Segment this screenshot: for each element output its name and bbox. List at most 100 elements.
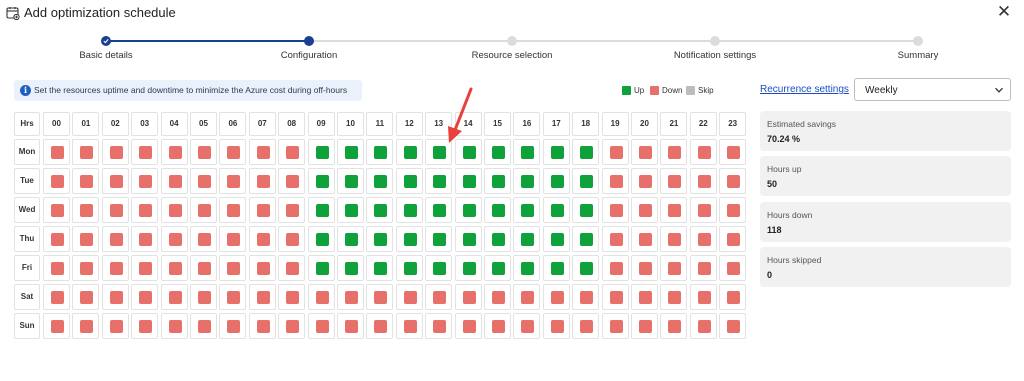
schedule-cell[interactable]	[43, 284, 70, 310]
schedule-cell[interactable]	[190, 197, 217, 223]
schedule-cell[interactable]	[689, 313, 717, 339]
schedule-cell[interactable]	[219, 255, 247, 281]
hour-header-09[interactable]: 09	[307, 112, 335, 136]
schedule-cell[interactable]	[337, 139, 364, 165]
schedule-cell[interactable]	[660, 313, 688, 339]
schedule-cell[interactable]	[395, 226, 423, 252]
schedule-cell[interactable]	[131, 255, 159, 281]
schedule-cell[interactable]	[248, 168, 276, 194]
schedule-cell[interactable]	[425, 313, 453, 339]
schedule-cell[interactable]	[484, 168, 511, 194]
schedule-cell[interactable]	[572, 284, 600, 310]
schedule-cell[interactable]	[219, 284, 247, 310]
schedule-cell[interactable]	[337, 226, 364, 252]
schedule-cell[interactable]	[689, 226, 717, 252]
hour-header-15[interactable]: 15	[484, 112, 511, 136]
schedule-cell[interactable]	[190, 139, 217, 165]
schedule-cell[interactable]	[542, 313, 570, 339]
schedule-cell[interactable]	[542, 197, 570, 223]
step-basic-details-dot[interactable]	[101, 36, 111, 46]
schedule-cell[interactable]	[101, 226, 129, 252]
schedule-cell[interactable]	[307, 284, 335, 310]
schedule-cell[interactable]	[248, 197, 276, 223]
schedule-cell[interactable]	[395, 313, 423, 339]
schedule-cell[interactable]	[631, 197, 658, 223]
schedule-cell[interactable]	[601, 139, 629, 165]
schedule-cell[interactable]	[366, 313, 394, 339]
schedule-cell[interactable]	[190, 255, 217, 281]
schedule-cell[interactable]	[513, 226, 541, 252]
schedule-cell[interactable]	[572, 168, 600, 194]
schedule-cell[interactable]	[572, 255, 600, 281]
schedule-cell[interactable]	[425, 284, 453, 310]
schedule-cell[interactable]	[101, 284, 129, 310]
schedule-cell[interactable]	[631, 255, 658, 281]
schedule-cell[interactable]	[660, 197, 688, 223]
schedule-cell[interactable]	[425, 139, 453, 165]
hour-header-16[interactable]: 16	[513, 112, 541, 136]
hour-header-00[interactable]: 00	[43, 112, 70, 136]
schedule-cell[interactable]	[43, 139, 70, 165]
schedule-cell[interactable]	[395, 139, 423, 165]
schedule-cell[interactable]	[278, 255, 306, 281]
hour-header-10[interactable]: 10	[337, 112, 364, 136]
day-label-wed[interactable]: Wed	[14, 197, 40, 223]
step-summary-dot[interactable]	[913, 36, 923, 46]
schedule-cell[interactable]	[513, 255, 541, 281]
schedule-cell[interactable]	[631, 313, 658, 339]
hour-header-07[interactable]: 07	[248, 112, 276, 136]
schedule-cell[interactable]	[631, 226, 658, 252]
schedule-cell[interactable]	[72, 226, 100, 252]
schedule-cell[interactable]	[337, 168, 364, 194]
schedule-cell[interactable]	[660, 168, 688, 194]
schedule-cell[interactable]	[601, 197, 629, 223]
schedule-cell[interactable]	[160, 313, 188, 339]
schedule-cell[interactable]	[219, 226, 247, 252]
schedule-cell[interactable]	[366, 168, 394, 194]
schedule-cell[interactable]	[160, 168, 188, 194]
schedule-cell[interactable]	[131, 168, 159, 194]
schedule-cell[interactable]	[689, 284, 717, 310]
hour-header-08[interactable]: 08	[278, 112, 306, 136]
schedule-cell[interactable]	[278, 313, 306, 339]
schedule-cell[interactable]	[484, 197, 511, 223]
schedule-cell[interactable]	[219, 168, 247, 194]
schedule-cell[interactable]	[601, 284, 629, 310]
day-label-fri[interactable]: Fri	[14, 255, 40, 281]
schedule-cell[interactable]	[101, 255, 129, 281]
schedule-cell[interactable]	[190, 284, 217, 310]
schedule-cell[interactable]	[131, 197, 159, 223]
schedule-cell[interactable]	[719, 139, 747, 165]
schedule-cell[interactable]	[190, 226, 217, 252]
schedule-cell[interactable]	[572, 226, 600, 252]
schedule-cell[interactable]	[366, 226, 394, 252]
day-label-tue[interactable]: Tue	[14, 168, 40, 194]
schedule-cell[interactable]	[72, 284, 100, 310]
step-resource-selection-dot[interactable]	[507, 36, 517, 46]
schedule-cell[interactable]	[72, 313, 100, 339]
schedule-cell[interactable]	[248, 139, 276, 165]
schedule-cell[interactable]	[395, 168, 423, 194]
schedule-cell[interactable]	[542, 226, 570, 252]
schedule-cell[interactable]	[337, 284, 364, 310]
schedule-cell[interactable]	[43, 313, 70, 339]
schedule-cell[interactable]	[307, 226, 335, 252]
hour-header-12[interactable]: 12	[395, 112, 423, 136]
schedule-cell[interactable]	[719, 226, 747, 252]
hour-header-14[interactable]: 14	[454, 112, 482, 136]
schedule-cell[interactable]	[72, 197, 100, 223]
schedule-cell[interactable]	[719, 168, 747, 194]
hour-header-04[interactable]: 04	[160, 112, 188, 136]
schedule-cell[interactable]	[454, 313, 482, 339]
schedule-cell[interactable]	[631, 139, 658, 165]
schedule-cell[interactable]	[601, 168, 629, 194]
schedule-cell[interactable]	[513, 197, 541, 223]
schedule-cell[interactable]	[219, 139, 247, 165]
schedule-cell[interactable]	[43, 168, 70, 194]
hour-header-19[interactable]: 19	[601, 112, 629, 136]
recurrence-settings-link[interactable]: Recurrence settings	[760, 84, 849, 95]
schedule-cell[interactable]	[484, 226, 511, 252]
schedule-cell[interactable]	[248, 284, 276, 310]
hour-header-02[interactable]: 02	[101, 112, 129, 136]
schedule-cell[interactable]	[484, 284, 511, 310]
